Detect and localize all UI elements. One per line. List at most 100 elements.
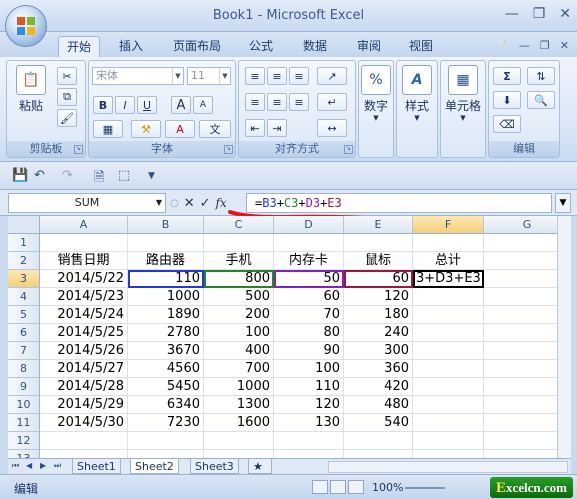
fill-icon[interactable]: ⬇ xyxy=(493,91,521,109)
cell[interactable]: 2014/5/27 xyxy=(40,360,128,378)
cell[interactable]: 手机 xyxy=(204,252,274,270)
align-right-icon[interactable]: ≡ xyxy=(289,93,309,111)
cell[interactable] xyxy=(413,432,484,450)
cell[interactable] xyxy=(40,450,128,458)
name-box[interactable]: SUM ▼ xyxy=(8,193,166,213)
cell[interactable]: 120 xyxy=(274,396,344,414)
row-header[interactable]: 12 xyxy=(8,432,40,450)
cell[interactable]: 5450 xyxy=(128,378,204,396)
cell[interactable] xyxy=(274,432,344,450)
cell[interactable]: 1600 xyxy=(204,414,274,432)
phonetic-icon[interactable]: 文 xyxy=(199,120,231,138)
save-icon[interactable]: 💾 xyxy=(12,168,28,183)
cancel-icon[interactable]: ✕ xyxy=(184,196,195,211)
cell[interactable] xyxy=(344,432,413,450)
column-header-d[interactable]: D xyxy=(274,216,344,234)
sort-filter-icon[interactable]: ⇅ xyxy=(527,67,555,85)
tab-insert[interactable]: 插入 xyxy=(110,36,152,57)
cell[interactable] xyxy=(128,450,204,458)
zoom-slider[interactable] xyxy=(405,487,445,489)
customize-toolbar-icon[interactable]: ▼ xyxy=(148,171,155,181)
cell[interactable]: 480 xyxy=(344,396,413,414)
cell[interactable]: 50 xyxy=(274,270,344,288)
restore-workbook-icon[interactable]: ❐ xyxy=(540,39,550,52)
bold-button[interactable]: B xyxy=(93,96,113,114)
shrink-font-button[interactable]: A xyxy=(193,96,213,114)
cell[interactable] xyxy=(204,234,274,252)
cell[interactable] xyxy=(40,234,128,252)
print-preview-icon[interactable]: 🗎 xyxy=(94,168,104,190)
align-left-icon[interactable]: ≡ xyxy=(245,93,265,111)
orientation-icon[interactable]: ↗ xyxy=(317,67,347,85)
page-break-view-icon[interactable] xyxy=(348,480,364,494)
cell[interactable]: 路由器 xyxy=(128,252,204,270)
cell[interactable]: 2014/5/26 xyxy=(40,342,128,360)
row-header[interactable]: 2 xyxy=(8,252,40,270)
close-icon[interactable]: ✕ xyxy=(559,6,571,22)
cell[interactable] xyxy=(40,432,128,450)
cell[interactable]: 2014/5/29 xyxy=(40,396,128,414)
row-header[interactable]: 10 xyxy=(8,396,40,414)
prev-sheet-icon[interactable]: ◀ xyxy=(26,461,32,470)
restore-icon[interactable]: ❐ xyxy=(533,6,546,22)
cell[interactable]: 2014/5/24 xyxy=(40,306,128,324)
tab-home[interactable]: 开始 xyxy=(58,36,100,57)
cell[interactable]: 700 xyxy=(204,360,274,378)
cell[interactable] xyxy=(413,360,484,378)
format-painter-icon[interactable]: 🖌 xyxy=(57,109,77,127)
cell[interactable]: 540 xyxy=(344,414,413,432)
row-header[interactable]: 1 xyxy=(8,234,40,252)
page-layout-view-icon[interactable] xyxy=(330,480,346,494)
office-button[interactable] xyxy=(5,5,47,47)
vertical-scrollbar[interactable] xyxy=(557,216,571,458)
cell[interactable] xyxy=(344,450,413,458)
close-workbook-icon[interactable]: ✕ xyxy=(560,39,569,52)
cell[interactable]: 500 xyxy=(204,288,274,306)
horizontal-scrollbar[interactable] xyxy=(328,461,568,473)
row-header[interactable]: 6 xyxy=(8,324,40,342)
cell[interactable]: 总计 xyxy=(413,252,484,270)
clear-icon[interactable]: ⌫ xyxy=(493,115,521,133)
cell[interactable] xyxy=(413,288,484,306)
zoom-level[interactable]: 100% xyxy=(372,481,403,494)
redo-icon[interactable]: ↷ xyxy=(62,168,73,183)
cell[interactable]: 1000 xyxy=(204,378,274,396)
cell[interactable]: 420 xyxy=(344,378,413,396)
cell[interactable]: 3670 xyxy=(128,342,204,360)
cell[interactable] xyxy=(413,342,484,360)
cell[interactable]: 2014/5/22 xyxy=(40,270,128,288)
cell[interactable]: 60 xyxy=(274,288,344,306)
borders-icon[interactable]: ▦ xyxy=(93,120,123,138)
cell[interactable]: 2014/5/25 xyxy=(40,324,128,342)
align-top-icon[interactable]: ≡ xyxy=(245,67,265,85)
row-header[interactable]: 3 xyxy=(8,270,40,288)
cell[interactable]: 销售日期 xyxy=(40,252,128,270)
cell[interactable] xyxy=(128,432,204,450)
cell[interactable] xyxy=(274,234,344,252)
paste-button[interactable]: 📋 粘贴 xyxy=(13,65,49,114)
cell[interactable] xyxy=(204,432,274,450)
cell[interactable]: 鼠标 xyxy=(344,252,413,270)
font-color-icon[interactable]: A xyxy=(165,120,195,138)
align-bottom-icon[interactable]: ≡ xyxy=(289,67,309,85)
increase-indent-icon[interactable]: ⇥ xyxy=(267,119,287,137)
minimize-icon[interactable]: — xyxy=(505,6,519,22)
font-size-select[interactable]: 11 ▼ xyxy=(187,67,231,85)
insert-function-icon[interactable]: fx xyxy=(216,196,227,210)
cell[interactable]: 1300 xyxy=(204,396,274,414)
merge-center-icon[interactable]: ↔ xyxy=(317,119,347,137)
cell[interactable]: 2014/5/23 xyxy=(40,288,128,306)
cell[interactable]: 6340 xyxy=(128,396,204,414)
cell[interactable]: 130 xyxy=(274,414,344,432)
cell[interactable] xyxy=(204,450,274,458)
tab-view[interactable]: 视图 xyxy=(400,36,442,57)
cell[interactable]: 3+D3+E3 xyxy=(413,270,484,288)
cell[interactable]: 100 xyxy=(204,324,274,342)
cell[interactable]: 300 xyxy=(344,342,413,360)
cell[interactable]: 2014/5/30 xyxy=(40,414,128,432)
row-header[interactable]: 9 xyxy=(8,378,40,396)
next-sheet-icon[interactable]: ▶ xyxy=(40,461,46,470)
copy-icon[interactable]: ⧉ xyxy=(57,88,77,106)
normal-view-icon[interactable] xyxy=(312,480,328,494)
decrease-indent-icon[interactable]: ⇤ xyxy=(245,119,265,137)
